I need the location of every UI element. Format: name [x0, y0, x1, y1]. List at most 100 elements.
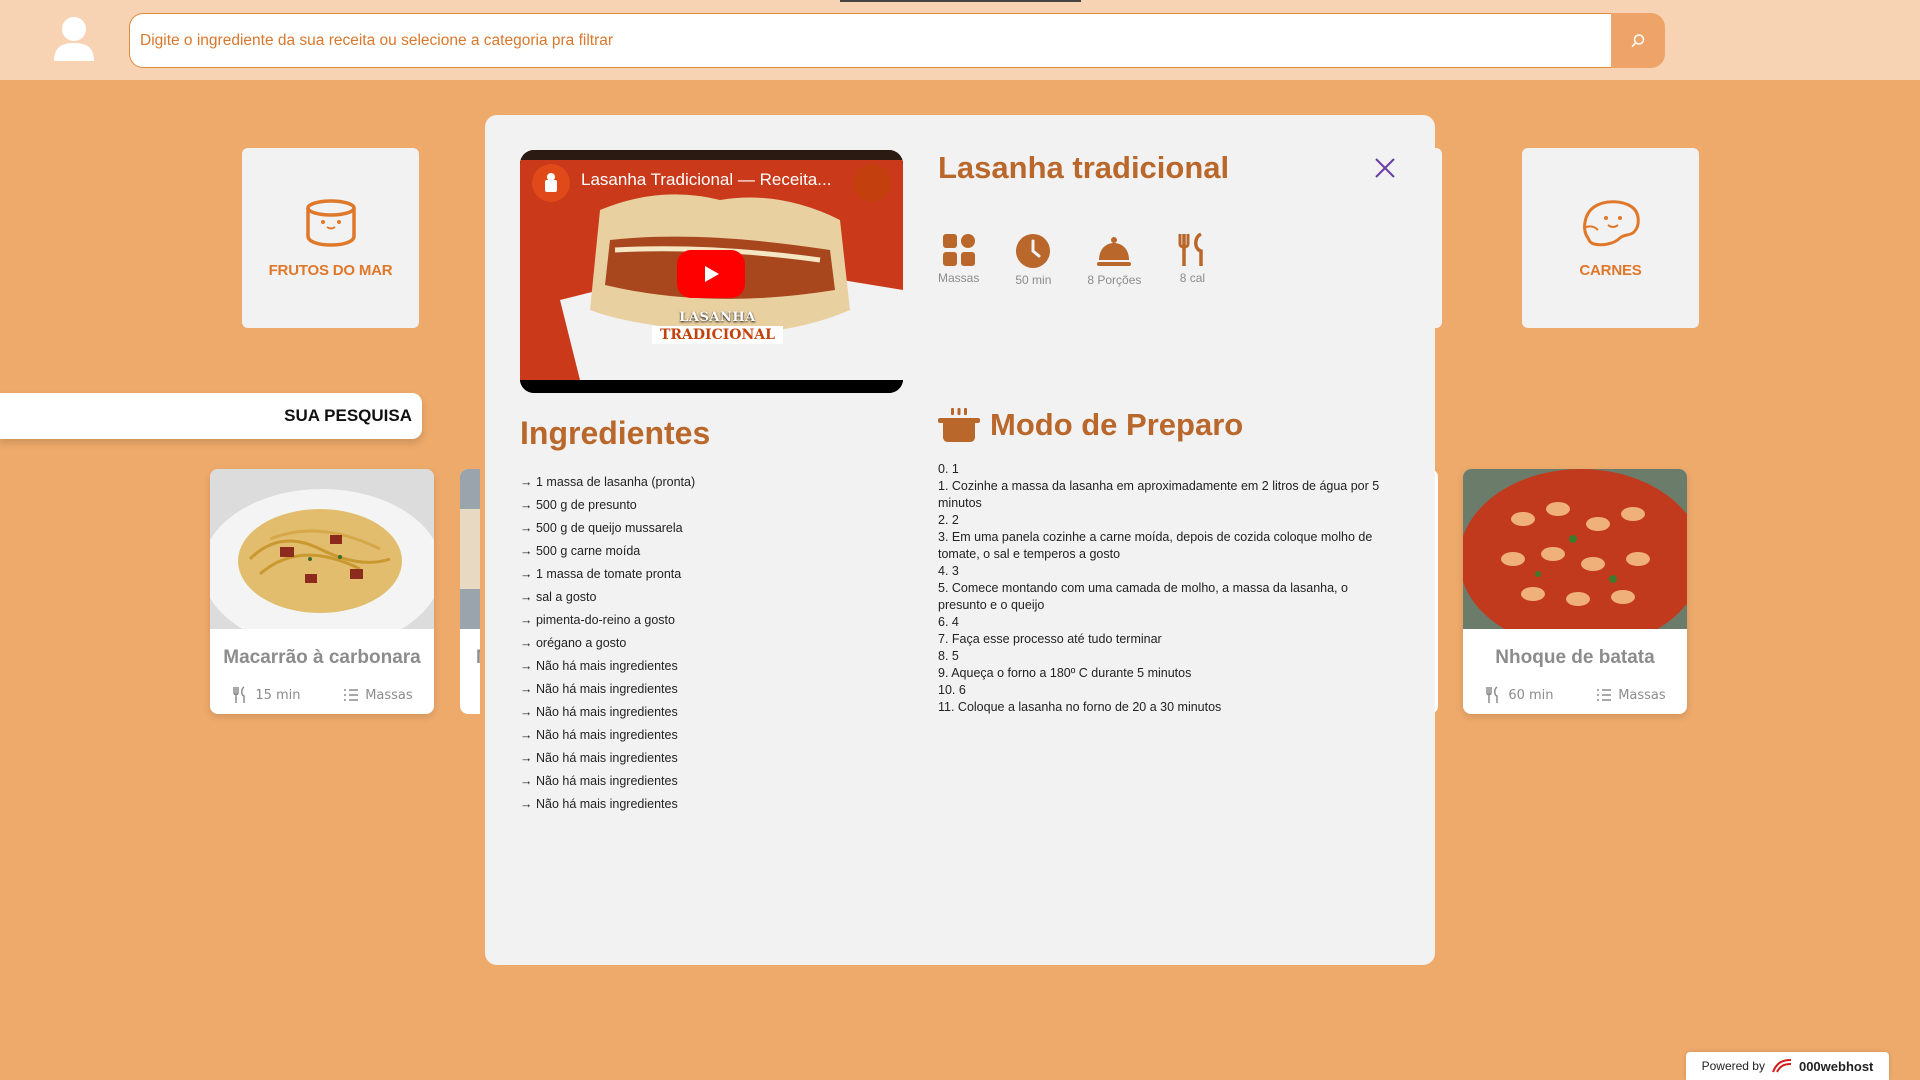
- search-bar: [129, 13, 1665, 68]
- prep-step: 0. 1: [938, 462, 959, 476]
- prep-steps-list: 0. 1 1. Cozinhe a massa da lasanha em ap…: [938, 461, 1398, 716]
- webhost-logo-icon: [1772, 1059, 1791, 1073]
- info-servings-label: 8 Porções: [1087, 273, 1142, 287]
- ingredient-item: orégano a gosto: [520, 632, 695, 655]
- ingredient-item: 1 massa de lasanha (pronta): [520, 471, 695, 494]
- list-icon: [1597, 689, 1612, 701]
- close-modal-button[interactable]: [1370, 153, 1400, 183]
- recipe-category: Massas: [343, 686, 413, 704]
- ingredients-list: 1 massa de lasanha (pronta) 500 g de pre…: [520, 471, 695, 816]
- prep-step: 9. Aqueça o forno a 180º C durante 5 min…: [938, 666, 1192, 680]
- user-profile-button[interactable]: [48, 12, 100, 64]
- video-caption: LASANHA TRADICIONAL: [652, 310, 783, 344]
- recipe-card-nhoque[interactable]: Nhoque de batata 60 min Massas: [1463, 469, 1687, 714]
- info-time: 50 min: [1015, 233, 1051, 287]
- ingredient-item: pimenta-do-reino a gosto: [520, 609, 695, 632]
- video-title[interactable]: Lasanha Tradicional — Receita...: [581, 170, 831, 190]
- channel-logo-icon[interactable]: [532, 164, 570, 202]
- cloche-icon: [1097, 237, 1132, 266]
- recipe-category-label: Massas: [1618, 687, 1666, 703]
- video-caption-line1: LASANHA: [679, 310, 756, 325]
- utensils-icon: [1178, 233, 1204, 266]
- your-search-label: SUA PESQUISA: [284, 406, 412, 425]
- list-icon: [344, 689, 359, 701]
- info-category-label: Massas: [938, 271, 980, 285]
- search-icon: [1631, 33, 1645, 47]
- powered-by-brand: 000webhost: [1798, 1058, 1874, 1074]
- prep-step: 2. 2: [938, 513, 959, 527]
- prep-step: 5. Comece montando com uma camada de mol…: [938, 581, 1348, 612]
- ingredient-item: 500 g carne moída: [520, 540, 695, 563]
- ingredient-item: Não há mais ingredientes: [520, 678, 695, 701]
- recipe-category-label: Massas: [365, 687, 413, 703]
- ingredient-item: Não há mais ingredientes: [520, 724, 695, 747]
- recipe-partial-title: M: [476, 647, 480, 669]
- info-time-label: 50 min: [1015, 273, 1052, 287]
- recipe-info-row: Massas 50 min 8 Porções 8 cal: [938, 233, 1243, 287]
- recipe-meta: 60 min Massas: [1463, 686, 1687, 704]
- ingredient-item: Não há mais ingredientes: [520, 701, 695, 724]
- category-carnes[interactable]: CARNES: [1522, 148, 1699, 328]
- video-caption-line2: TRADICIONAL: [652, 326, 783, 344]
- your-search-bar: SUA PESQUISA: [0, 393, 422, 439]
- ingredients-title: Ingredientes: [520, 415, 711, 451]
- ingredient-item: Não há mais ingredientes: [520, 770, 695, 793]
- search-button[interactable]: [1611, 13, 1665, 68]
- powered-by-badge[interactable]: Powered by 000webhost: [1686, 1052, 1889, 1080]
- recipe-time-label: 15 min: [255, 687, 301, 703]
- youtube-video-player[interactable]: Lasanha Tradicional — Receita... LASANHA…: [520, 150, 903, 393]
- info-calories-label: 8 cal: [1179, 271, 1206, 285]
- prep-step: 1. Cozinhe a massa da lasanha em aproxim…: [938, 479, 1380, 510]
- carbonara-image: [210, 469, 434, 649]
- header-divider: [840, 0, 1081, 2]
- category-frutos-do-mar[interactable]: FRUTOS DO MAR: [242, 148, 419, 328]
- play-icon: [705, 266, 719, 282]
- info-servings: 8 Porções: [1087, 233, 1141, 287]
- prep-step: 8. 5: [938, 649, 959, 663]
- prep-header: Modo de Preparo: [938, 407, 1243, 443]
- ingredient-item: Não há mais ingredientes: [520, 655, 695, 678]
- recipe-partial-image: [460, 469, 480, 629]
- prep-step: 6. 4: [938, 615, 959, 629]
- ingredient-item: 500 g de presunto: [520, 494, 695, 517]
- nhoque-image: [1463, 469, 1687, 649]
- prep-title: Modo de Preparo: [990, 407, 1244, 442]
- recipe-title: Nhoque de batata: [1495, 647, 1655, 668]
- recipe-time: 15 min: [231, 686, 301, 704]
- prep-step: 3. Em uma panela cozinhe a carne moída, …: [938, 530, 1373, 561]
- clock-icon: [1016, 234, 1051, 268]
- recipe-title: Macarrão à carbonara: [223, 647, 421, 668]
- info-calories: 8 cal: [1177, 233, 1207, 287]
- utensils-icon: [233, 686, 246, 703]
- ingredient-item: 500 g de queijo mussarela: [520, 517, 695, 540]
- close-icon: [1375, 158, 1395, 178]
- ingredient-item: Não há mais ingredientes: [520, 793, 695, 816]
- utensils-icon: [1486, 686, 1499, 703]
- prep-step: 11. Coloque a lasanha no forno de 20 a 3…: [938, 700, 1222, 714]
- grid-icon: [942, 234, 975, 266]
- recipe-card-partial[interactable]: M: [460, 469, 480, 714]
- play-button[interactable]: [677, 250, 745, 298]
- pot-icon: [938, 408, 980, 442]
- ingredient-item: Não há mais ingredientes: [520, 747, 695, 770]
- prep-step: 10. 6: [938, 683, 966, 697]
- meat-icon: [1582, 199, 1640, 246]
- recipe-category: Massas: [1596, 686, 1666, 704]
- ingredient-item: sal a gosto: [520, 586, 695, 609]
- recipe-meta: 15 min Massas: [210, 686, 434, 704]
- category-label: CARNES: [1579, 261, 1642, 279]
- info-category: Massas: [938, 233, 979, 287]
- prep-step: 7. Faça esse processo até tudo terminar: [938, 632, 1162, 646]
- user-icon: [54, 17, 94, 61]
- prep-step: 4. 3: [938, 564, 959, 578]
- category-label: FRUTOS DO MAR: [268, 261, 393, 279]
- modal-title: Lasanha tradicional: [938, 150, 1230, 185]
- recipe-card-carbonara[interactable]: Macarrão à carbonara 15 min Massas: [210, 469, 434, 714]
- top-header: [0, 0, 1920, 80]
- search-input[interactable]: [129, 13, 1611, 68]
- recipe-time-label: 60 min: [1508, 687, 1554, 703]
- recipe-time: 60 min: [1484, 686, 1554, 704]
- powered-by-label: Powered by: [1701, 1059, 1765, 1073]
- can-icon: [305, 198, 356, 247]
- video-avatar-icon[interactable]: [853, 164, 891, 202]
